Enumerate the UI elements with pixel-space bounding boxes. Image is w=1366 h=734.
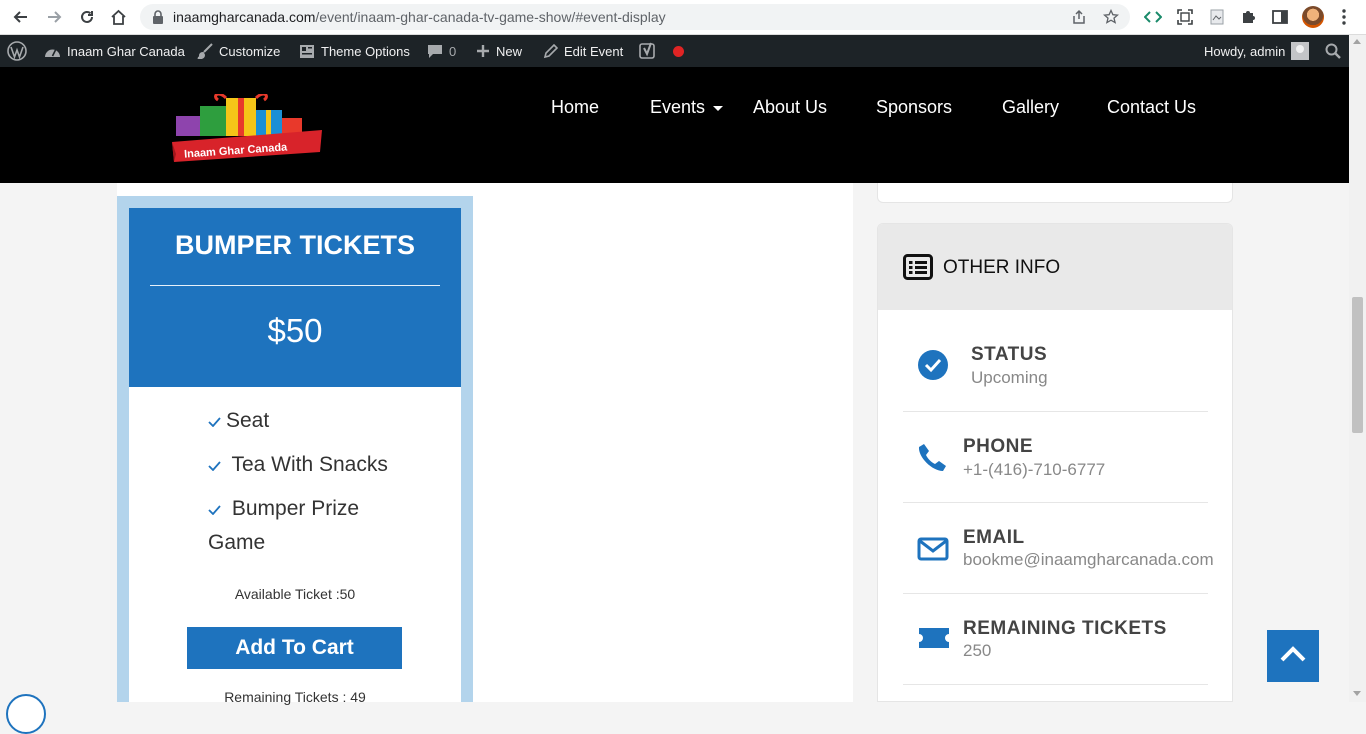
ticket-remaining-count: Remaining Tickets : 49: [224, 689, 366, 705]
check-icon: [208, 451, 221, 483]
caret-down-icon: [713, 105, 724, 111]
phone-icon: [917, 442, 947, 477]
nav-contact-us[interactable]: Contact Us: [1107, 97, 1196, 118]
theme-options-icon: [299, 44, 315, 59]
paintbrush-icon: [197, 43, 213, 59]
address-bar[interactable]: inaamgharcanada.com/event/inaam-ghar-can…: [140, 4, 1130, 30]
extensions-puzzle-icon[interactable]: [1238, 7, 1258, 27]
plus-icon: [476, 44, 490, 58]
scroll-thumb[interactable]: [1352, 297, 1363, 433]
other-info-title: OTHER INFO: [943, 257, 1061, 278]
bookmark-star-icon[interactable]: [1102, 8, 1120, 25]
check-icon: [208, 407, 221, 439]
info-value: Upcoming: [971, 368, 1048, 387]
customize-link[interactable]: Customize: [197, 35, 280, 67]
yoast-seo-icon[interactable]: [639, 35, 684, 67]
profile-avatar[interactable]: [1302, 6, 1324, 28]
info-value: +1-(416)-710-6777: [963, 460, 1106, 479]
wordpress-logo-icon[interactable]: [7, 35, 27, 67]
available-tickets: Available Ticket :50: [234, 586, 356, 602]
info-value: 250: [963, 641, 992, 660]
ticket-header: BUMPER TICKETS $50: [129, 208, 461, 387]
ticket-title: BUMPER TICKETS: [174, 230, 415, 260]
edit-event-link[interactable]: Edit Event: [543, 35, 623, 67]
nav-about-us[interactable]: About Us: [753, 97, 827, 118]
ticket-features-list: Seat Tea With Snacks Bumper Prize Game: [208, 405, 418, 569]
dashboard-gauge-icon: [44, 44, 61, 59]
url-text: inaamgharcanada.com/event/inaam-ghar-can…: [173, 9, 666, 25]
info-label: EMAIL: [963, 527, 1025, 548]
envelope-icon: [917, 537, 949, 566]
info-item-phone: PHONE +1-(416)-710-6777: [903, 412, 1208, 503]
feature-item: Tea With Snacks: [208, 449, 418, 483]
forward-arrow-icon[interactable]: [43, 6, 65, 28]
back-arrow-icon[interactable]: [10, 6, 32, 28]
info-label: REMAINING TICKETS: [963, 618, 1167, 639]
info-label: STATUS: [971, 344, 1048, 365]
feature-item: Seat: [208, 405, 418, 439]
other-info-card: OTHER INFO STATUS Upcoming PHONE +1-(416…: [877, 223, 1233, 702]
seo-status-dot: [673, 45, 684, 57]
info-item-email: EMAIL bookme@inaamgharcanada.com: [903, 503, 1214, 594]
chevron-up-icon: [1279, 645, 1307, 668]
admin-avatar: [1291, 42, 1310, 60]
share-icon[interactable]: [1070, 9, 1088, 25]
site-header: Inaam Ghar Canada Home Events About Us S…: [0, 67, 1349, 183]
account-menu[interactable]: Howdy, admin: [1204, 35, 1310, 67]
site-logo[interactable]: Inaam Ghar Canada: [170, 92, 324, 166]
wp-admin-bar: Inaam Ghar Canada Customize Theme Option…: [0, 35, 1366, 67]
nav-events[interactable]: Events: [650, 97, 724, 118]
back-to-top-button[interactable]: [1267, 630, 1319, 682]
nav-home[interactable]: Home: [551, 97, 599, 118]
ticket-icon: [917, 626, 951, 655]
theme-options-link[interactable]: Theme Options: [299, 35, 410, 67]
document-extension-icon[interactable]: [1207, 7, 1227, 27]
screenshot-extension-icon[interactable]: [1175, 7, 1195, 27]
feature-item: Bumper Prize Game: [208, 495, 360, 554]
other-info-header: OTHER INFO: [878, 224, 1232, 310]
reload-icon[interactable]: [76, 6, 98, 28]
list-icon: [903, 254, 933, 285]
lock-icon: [152, 10, 164, 29]
search-icon[interactable]: [1325, 35, 1341, 67]
info-label: PHONE: [963, 436, 1034, 457]
browser-toolbar: inaamgharcanada.com/event/inaam-ghar-can…: [0, 0, 1366, 35]
page-scrollbar[interactable]: [1349, 35, 1366, 702]
info-item-status: STATUS Upcoming: [903, 332, 1208, 412]
sidebar-previous-card: [877, 183, 1233, 203]
side-panel-icon[interactable]: [1270, 7, 1290, 27]
new-content-link[interactable]: New: [476, 35, 522, 67]
check-circle-icon: [918, 350, 948, 385]
kebab-menu-icon[interactable]: [1334, 7, 1354, 27]
nav-sponsors[interactable]: Sponsors: [876, 97, 952, 118]
ticket-price: $50: [267, 312, 323, 349]
pencil-icon: [543, 43, 558, 59]
ticket-divider: [150, 285, 440, 286]
add-to-cart-button[interactable]: Add To Cart: [187, 627, 402, 669]
scroll-down-arrow-icon[interactable]: [1353, 691, 1361, 696]
info-value[interactable]: bookme@inaamgharcanada.com: [963, 550, 1214, 570]
home-icon[interactable]: [107, 6, 129, 28]
nav-gallery[interactable]: Gallery: [1002, 97, 1059, 118]
site-name-link[interactable]: Inaam Ghar Canada: [44, 35, 185, 67]
accessibility-widget-button[interactable]: [6, 694, 46, 734]
check-icon: [208, 495, 221, 527]
comment-bubble-icon: [427, 44, 443, 59]
dev-extension-icon[interactable]: [1143, 7, 1163, 27]
comments-link[interactable]: 0: [427, 35, 456, 67]
info-item-remaining-tickets: REMAINING TICKETS 250: [903, 594, 1208, 685]
scroll-up-arrow-icon[interactable]: [1353, 39, 1361, 44]
